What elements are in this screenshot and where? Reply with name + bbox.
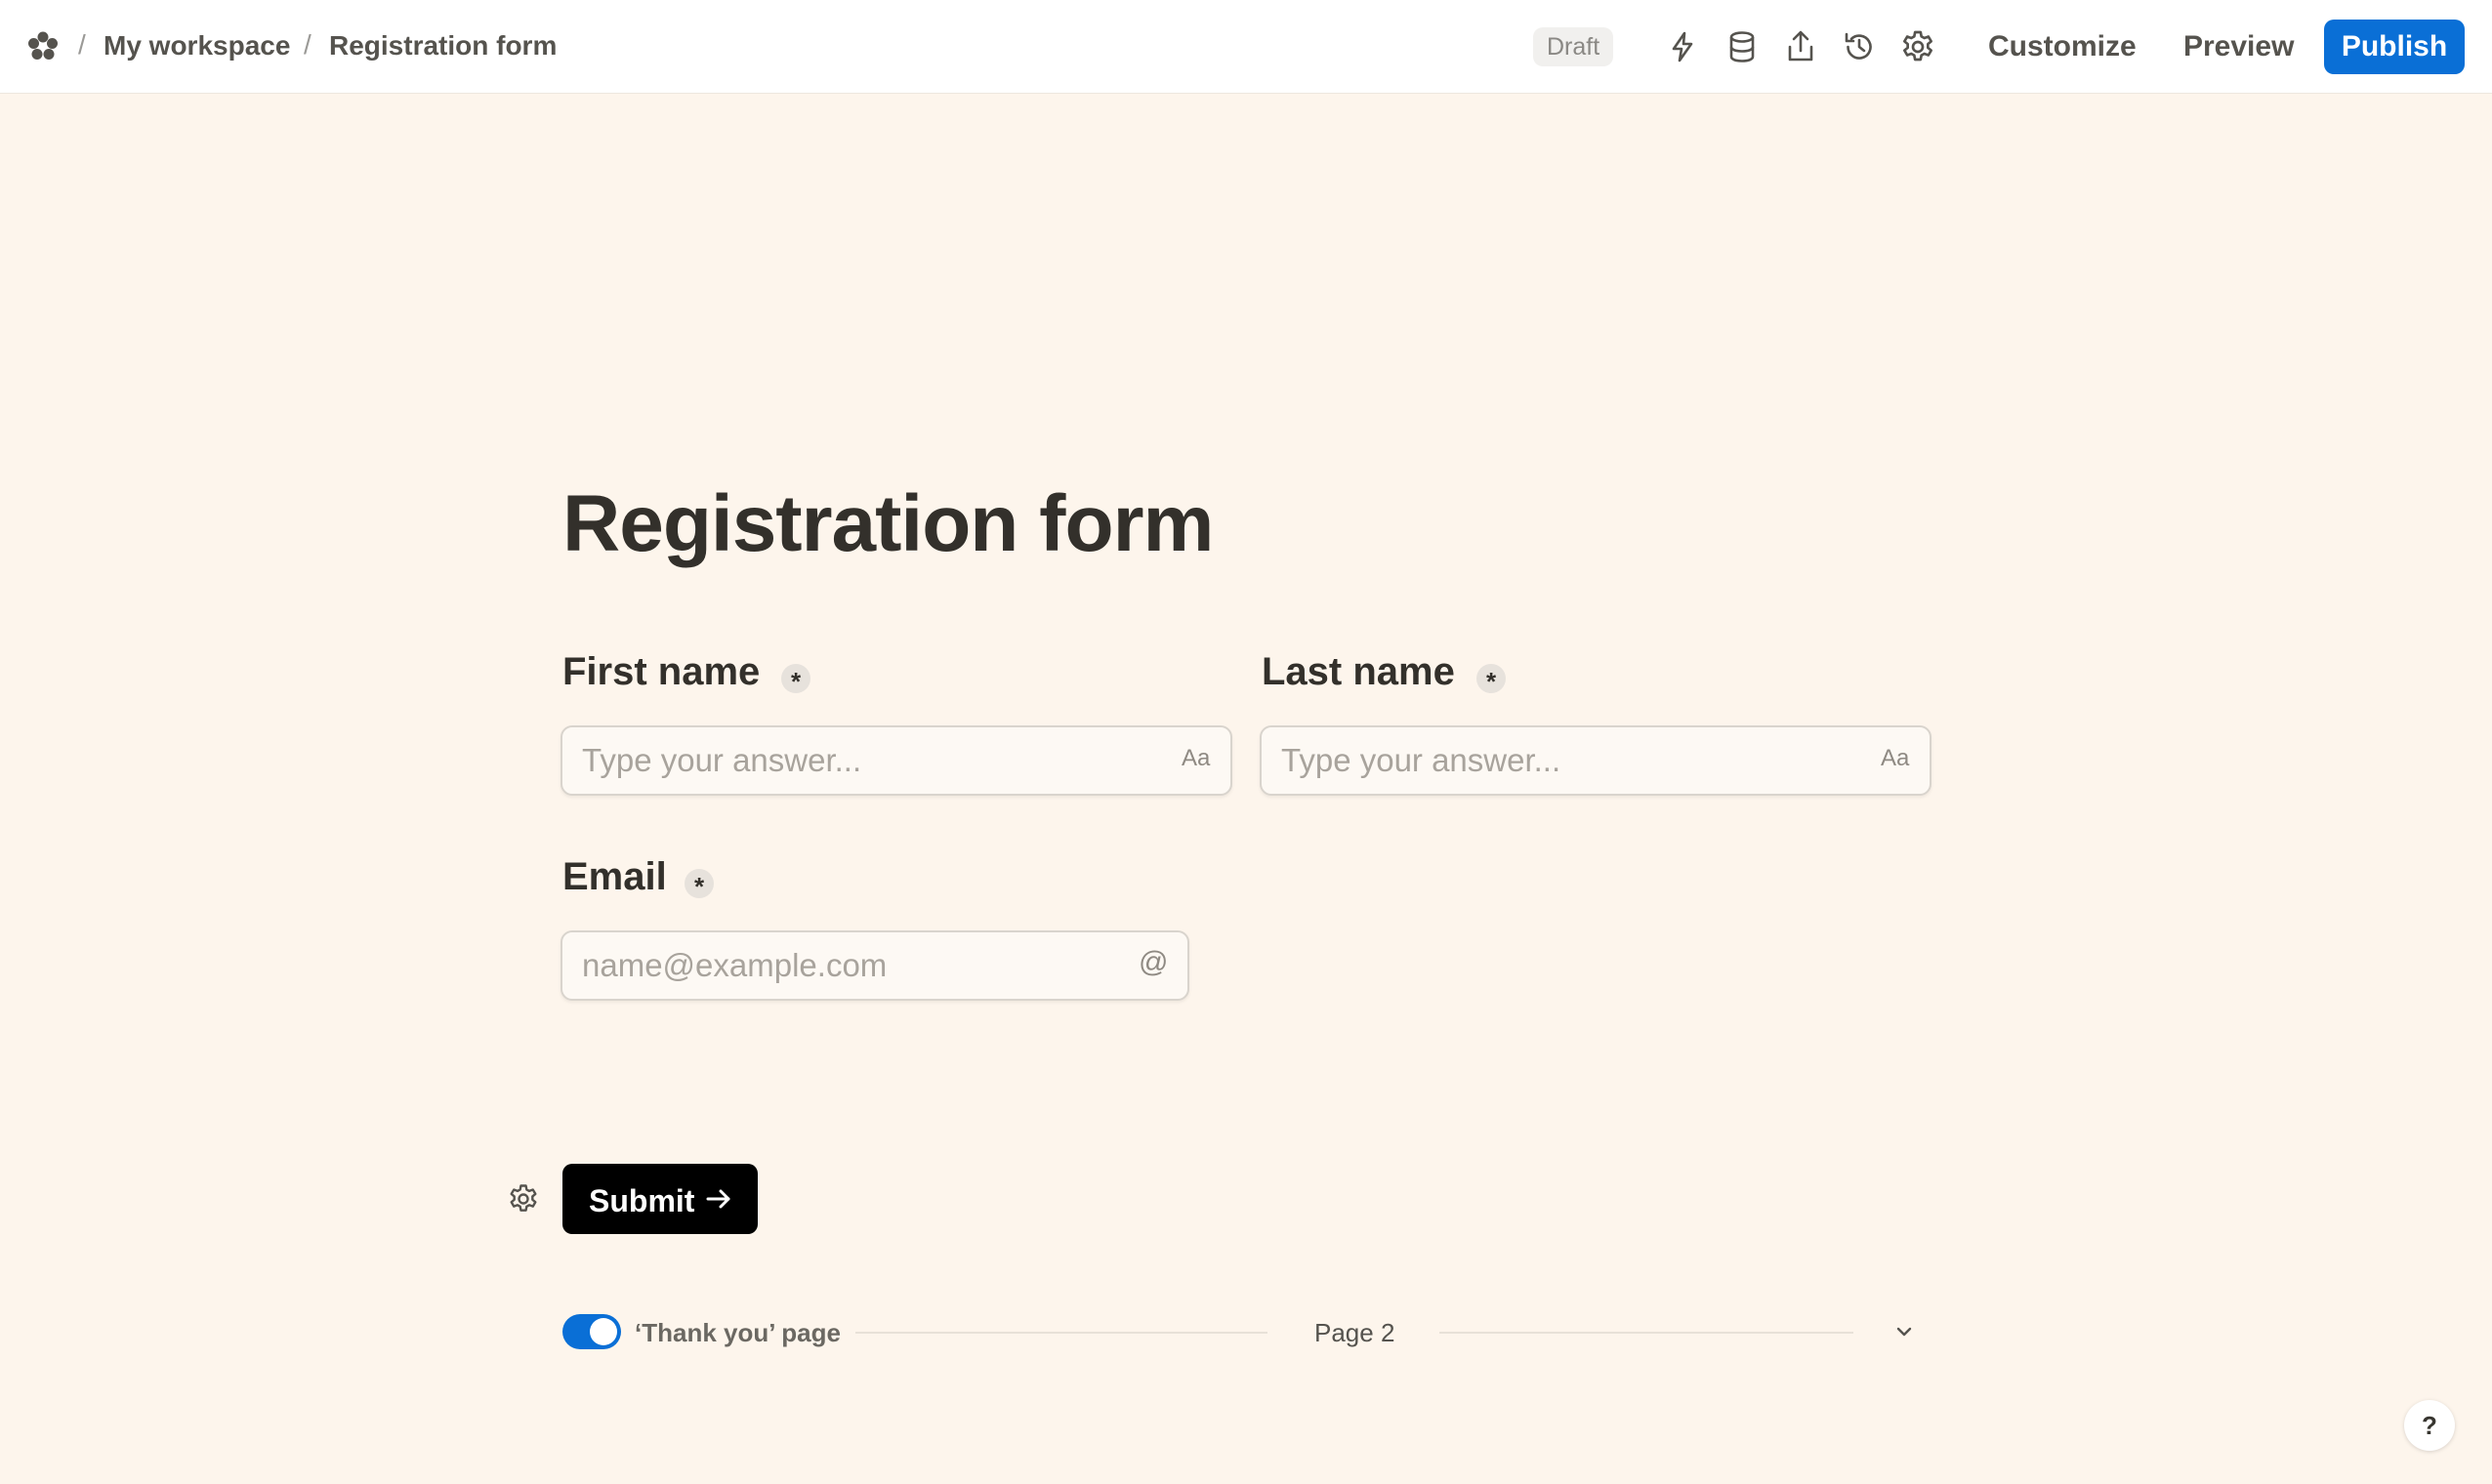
lightning-icon[interactable]: [1663, 27, 1702, 66]
gear-icon[interactable]: [506, 1181, 541, 1216]
text-type-icon: Aa: [1881, 745, 1910, 771]
gear-icon[interactable]: [1898, 27, 1937, 66]
required-indicator: *: [685, 869, 714, 901]
email-label[interactable]: Email: [562, 855, 667, 899]
breadcrumb-separator: /: [304, 29, 312, 60]
publish-button[interactable]: Publish: [2324, 20, 2465, 74]
help-button[interactable]: ?: [2404, 1400, 2455, 1451]
top-bar: / My workspace / Registration form Draft: [0, 0, 2492, 94]
page-divider-right: [1439, 1332, 1853, 1334]
at-sign-icon: @: [1139, 946, 1169, 978]
first-name-field: Aa: [561, 725, 1232, 796]
toggle-knob: [590, 1318, 617, 1345]
required-indicator: *: [781, 664, 810, 696]
form-title[interactable]: Registration form: [562, 478, 1214, 570]
flower-logo-icon[interactable]: [25, 29, 61, 64]
submit-label: Submit: [589, 1183, 695, 1218]
arrow-right-icon: [706, 1189, 730, 1209]
share-icon[interactable]: [1781, 27, 1820, 66]
required-indicator: *: [1476, 664, 1506, 696]
database-icon[interactable]: [1723, 27, 1762, 66]
preview-button[interactable]: Preview: [2183, 30, 2294, 63]
email-input[interactable]: [582, 932, 1109, 999]
breadcrumb-form[interactable]: Registration form: [329, 30, 557, 62]
breadcrumb-separator: /: [78, 29, 86, 60]
last-name-field: Aa: [1260, 725, 1931, 796]
status-badge: Draft: [1533, 27, 1614, 66]
page-2-label[interactable]: Page 2: [1314, 1318, 1394, 1348]
thank-you-toggle[interactable]: [562, 1314, 621, 1349]
submit-button[interactable]: Submit: [562, 1164, 758, 1234]
page-divider-left: [855, 1332, 1267, 1334]
text-type-icon: Aa: [1182, 745, 1211, 771]
first-name-label[interactable]: First name: [562, 650, 760, 694]
customize-button[interactable]: Customize: [1988, 30, 2137, 63]
last-name-label[interactable]: Last name: [1262, 650, 1455, 694]
history-icon[interactable]: [1840, 27, 1879, 66]
breadcrumb-workspace[interactable]: My workspace: [104, 30, 290, 62]
last-name-input[interactable]: [1281, 727, 1828, 794]
chevron-down-icon[interactable]: [1890, 1318, 1918, 1345]
thank-you-page-label: ‘Thank you’ page: [635, 1318, 841, 1347]
email-field: @: [561, 930, 1189, 1001]
first-name-input[interactable]: [582, 727, 1129, 794]
